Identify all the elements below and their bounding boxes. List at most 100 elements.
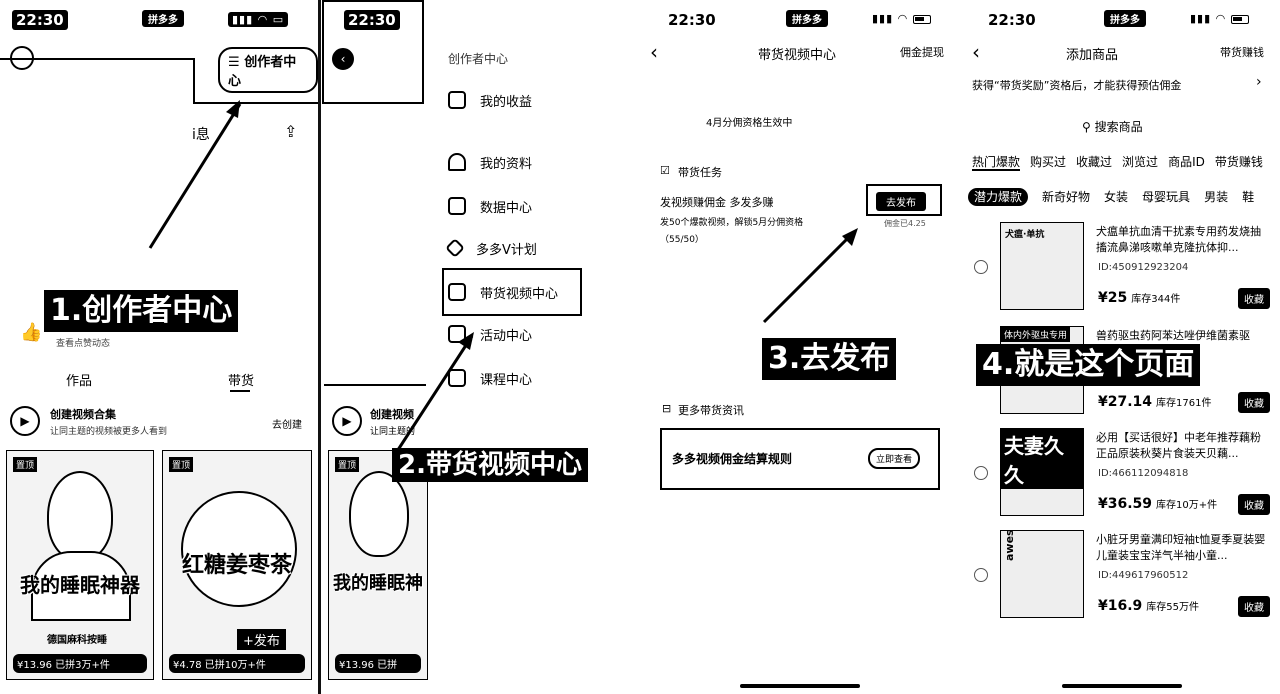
- product-stock: 库存1761件: [1156, 398, 1212, 409]
- product-image: 犬瘟·单抗: [1000, 222, 1084, 310]
- cat-baby[interactable]: 母婴玩具: [1142, 190, 1190, 204]
- tab-bought[interactable]: 购买过: [1030, 155, 1066, 169]
- product-tabs: 热门爆款 购买过 收藏过 浏览过 商品ID 带货赚钱: [972, 151, 1273, 171]
- like-dynamics[interactable]: 查看点赞动态: [56, 336, 110, 349]
- publish-button[interactable]: +发布: [237, 629, 286, 650]
- banner-text: 多多视频佣金结算规则: [672, 452, 793, 466]
- product-stock: 库存344件: [1131, 294, 1181, 305]
- image-text: 体内外驱虫专用: [1001, 327, 1071, 342]
- person-image: [47, 471, 113, 561]
- product-title: 必用【买话很好】中老年推荐藕粉正品原装秋葵片食装天贝藕...: [1096, 431, 1261, 460]
- tab-favorited[interactable]: 收藏过: [1076, 155, 1112, 169]
- chevron-right-icon[interactable]: ›: [1256, 74, 1262, 90]
- product-price-row: ¥16.9 库存55万件: [1098, 598, 1199, 614]
- pin-tag: 置顶: [169, 457, 194, 472]
- rules-banner[interactable]: 多多视频佣金结算规则 立即查看: [660, 428, 940, 490]
- play-icon: ▶: [10, 406, 40, 436]
- tab-works[interactable]: 作品: [66, 370, 92, 389]
- create-collection-title: 创建视频合集: [50, 408, 116, 421]
- more-info-title: 更多带货资讯: [678, 404, 744, 417]
- video-title: 我的睡眠神: [333, 573, 423, 594]
- cat-potential[interactable]: 潜力爆款: [968, 188, 1029, 206]
- cat-women[interactable]: 女装: [1104, 190, 1128, 204]
- video-card[interactable]: 置顶 我的睡眠神器 德国麻科按睡 ¥13.96 已拼3万+件: [6, 450, 154, 680]
- home-indicator: [1062, 684, 1182, 688]
- create-button[interactable]: 去创建: [272, 416, 302, 431]
- collect-button[interactable]: 收藏: [1238, 494, 1270, 515]
- product-price: ¥36.59: [1098, 496, 1153, 512]
- search-placeholder: 搜索商品: [1094, 120, 1143, 134]
- product-price-row: ¥25 库存344件: [1098, 290, 1180, 306]
- video-card[interactable]: 置顶 红糖姜枣茶 +发布 ¥4.78 已拼10万+件: [162, 450, 312, 680]
- select-radio[interactable]: [974, 260, 988, 274]
- tab-earn[interactable]: 带货赚钱: [1215, 155, 1263, 169]
- product-title: 小脏牙男童满印短袖t恤夏季夏装婴儿童装宝宝洋气半袖小童...: [1096, 533, 1266, 562]
- cat-novelty[interactable]: 新奇好物: [1042, 190, 1090, 204]
- battery-icon: [1230, 14, 1249, 24]
- video-price: ¥13.96 已拼: [335, 654, 421, 673]
- arrow-pointer: [322, 0, 622, 504]
- product-price: ¥27.14: [1098, 394, 1153, 410]
- status-icons: ▮▮▮ ◠: [1190, 12, 1249, 25]
- product-stock: 库存55万件: [1146, 602, 1200, 613]
- product-title: 兽药驱虫药阿苯达唑伊维菌素驱: [1096, 329, 1250, 342]
- back-icon[interactable]: ‹: [972, 40, 980, 64]
- tab-indicator: [230, 390, 250, 392]
- product-id: ID:466112094818: [1098, 468, 1189, 479]
- image-text: 夫妻久久: [1001, 429, 1083, 489]
- select-radio[interactable]: [974, 568, 988, 582]
- step-label: 2.带货视频中心: [392, 448, 588, 482]
- cat-shoes[interactable]: 鞋: [1242, 190, 1254, 204]
- tab-sales[interactable]: 带货: [228, 370, 254, 389]
- collect-button[interactable]: 收藏: [1238, 392, 1270, 413]
- product-item[interactable]: awesome 小脏牙男童满印短袖t恤夏季夏装婴儿童装宝宝洋气半袖小童... I…: [962, 530, 1280, 630]
- create-collection-sub: 让同主题的视频被更多人看到: [50, 427, 168, 437]
- search-input[interactable]: ⚲ 搜索商品: [1082, 118, 1143, 135]
- product-stock: 库存10万+件: [1156, 500, 1218, 511]
- product-item[interactable]: 夫妻久久 必用【买话很好】中老年推荐藕粉正品原装秋葵片食装天贝藕... ID:4…: [962, 428, 1280, 528]
- product-price-row: ¥36.59 库存10万+件: [1098, 496, 1217, 512]
- step-label: 4.就是这个页面: [976, 344, 1201, 386]
- tab-hot[interactable]: 热门爆款: [972, 155, 1021, 171]
- cat-men[interactable]: 男装: [1204, 190, 1228, 204]
- panel-sales-video-center: 22:30 拼多多 ▮▮▮ ◠ ‹ 带货视频中心 佣金提现 4月分佣资格生效中 …: [640, 0, 962, 694]
- video-price: ¥4.78 已拼10万+件: [169, 654, 305, 673]
- home-indicator: [740, 684, 860, 688]
- product-id: ID:449617960512: [1098, 570, 1189, 581]
- product-image: 夫妻久久: [1000, 428, 1084, 516]
- product-price: ¥25: [1098, 290, 1128, 306]
- pin-tag: 置顶: [13, 457, 38, 472]
- product-image: awesome: [1000, 530, 1084, 618]
- category-tabs: 潜力爆款 新奇好物 女装 母婴玩具 男装鞋: [968, 186, 1268, 206]
- status-time: 22:30: [988, 11, 1036, 29]
- arrow-pointer: [0, 0, 318, 304]
- search-icon: ⚲: [1082, 120, 1091, 134]
- product-id: ID:450912923204: [1098, 262, 1189, 273]
- image-text: 犬瘟·单抗: [1005, 230, 1045, 240]
- product-item[interactable]: 犬瘟·单抗 犬瘟单抗血清干扰素专用药发烧抽搐流鼻涕咳嗽单克隆抗体抑... ID:…: [962, 222, 1280, 322]
- thumbs-up-icon[interactable]: 👍: [20, 322, 42, 343]
- step-label: 3.去发布: [762, 338, 897, 380]
- product-title: 犬瘟单抗血清干扰素专用药发烧抽搐流鼻涕咳嗽单克隆抗体抑...: [1096, 225, 1261, 254]
- panel-add-product: 22:30 拼多多 ▮▮▮ ◠ ‹ 添加商品 带货赚钱 获得“带货奖励”资格后，…: [962, 0, 1280, 694]
- publish-label: 发布: [253, 634, 280, 649]
- panel-creator-center: 22:30 拼多多 ‹ 创作者中心 我的收益 我的资料 数据中心 多多V计划 带…: [322, 0, 622, 694]
- video-title: 我的睡眠神器: [20, 573, 140, 597]
- image-text: awesome: [1003, 530, 1016, 561]
- page-title: 添加商品: [1066, 48, 1119, 63]
- product-price: ¥16.9: [1098, 598, 1143, 614]
- video-title: 红糖姜枣茶: [181, 553, 292, 578]
- divider: [318, 0, 321, 694]
- collect-button[interactable]: 收藏: [1238, 288, 1270, 309]
- panel-profile: 22:30 拼多多 ▮▮▮ ◠ ▭ ☰ 创作者中心 i息 ⇪ 1.创作者中心 👍…: [0, 0, 318, 694]
- earn-link[interactable]: 带货赚钱: [1220, 44, 1264, 60]
- view-now-button[interactable]: 立即查看: [868, 448, 921, 469]
- tab-browsed[interactable]: 浏览过: [1122, 155, 1158, 169]
- reward-notice[interactable]: 获得“带货奖励”资格后，才能获得预估佣金: [972, 77, 1181, 93]
- video-price: ¥13.96 已拼3万+件: [13, 654, 147, 673]
- select-radio[interactable]: [974, 466, 988, 480]
- collect-button[interactable]: 收藏: [1238, 596, 1270, 617]
- step-label: 1.创作者中心: [44, 290, 239, 332]
- product-price-row: ¥27.14 库存1761件: [1098, 394, 1211, 410]
- tab-product-id[interactable]: 商品ID: [1168, 155, 1205, 169]
